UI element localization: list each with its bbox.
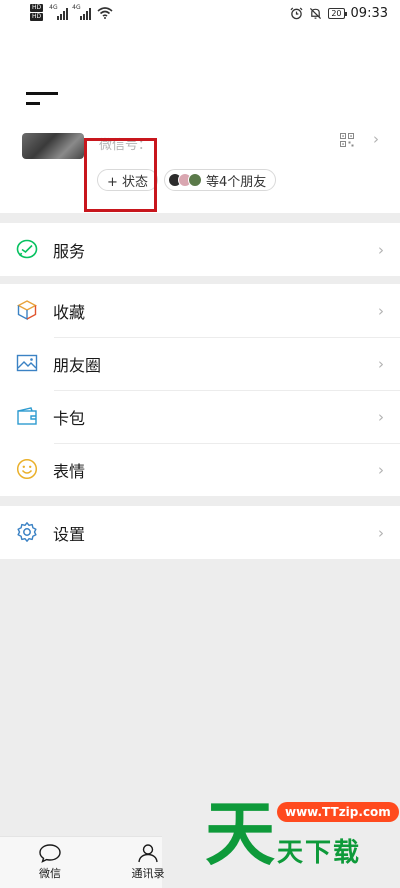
hd-label-2: HD — [30, 13, 44, 21]
friend-avatar — [188, 173, 202, 187]
service-label: 服务 — [53, 241, 86, 261]
watermark-url: www.TTzip.com — [277, 802, 399, 822]
hd-label-1: HD — [30, 4, 44, 12]
alarm-icon — [290, 7, 303, 20]
watermark-text: 天下载 — [277, 838, 362, 868]
service-icon — [16, 239, 38, 259]
service-section: 服务 › — [0, 223, 400, 276]
chevron-right-icon: › — [378, 407, 384, 426]
friends-count-label: 等4个朋友 — [206, 174, 267, 190]
main-menu-section: 收藏 › 朋友圈 › 卡包 › 表情 › — [0, 284, 400, 496]
cards-label: 卡包 — [53, 408, 86, 428]
friend-avatars — [168, 173, 202, 187]
chevron-right-icon: › — [378, 354, 384, 373]
chevron-right-icon: › — [378, 523, 384, 542]
gear-icon — [17, 522, 37, 542]
sticker-smile-icon — [16, 458, 38, 480]
stickers-label: 表情 — [53, 461, 86, 481]
favorites-cube-icon — [17, 300, 37, 321]
hd-indicator: HD HD — [30, 4, 44, 21]
settings-label: 设置 — [53, 524, 86, 544]
chevron-right-icon: › — [378, 460, 384, 479]
moments-label: 朋友圈 — [53, 355, 102, 375]
favorites-label: 收藏 — [53, 302, 86, 322]
menu-item-settings[interactable]: 设置 › — [0, 506, 400, 559]
network-gen-1: 4G — [49, 3, 58, 11]
watermark-big-char: 天 — [205, 792, 275, 875]
mute-bell-icon — [310, 7, 322, 20]
tab-chats[interactable]: 微信 — [20, 843, 80, 881]
card-wallet-icon — [17, 407, 37, 425]
signal-icon-2: 4G — [72, 3, 92, 20]
moments-picture-icon — [16, 354, 38, 372]
tab-contacts-label: 通讯录 — [131, 867, 165, 880]
contacts-person-icon — [138, 844, 158, 863]
menu-item-favorites[interactable]: 收藏 › — [0, 284, 400, 337]
status-bar: HD HD 4G 4G 20 09:33 — [0, 0, 400, 30]
friends-status-pill[interactable]: 等4个朋友 — [164, 169, 277, 191]
tab-chats-label: 微信 — [39, 867, 61, 880]
battery-indicator: 20 — [328, 8, 347, 19]
menu-item-cards[interactable]: 卡包 › — [0, 390, 400, 443]
nickname-redacted-2 — [26, 102, 40, 105]
chevron-right-icon: › — [378, 240, 384, 259]
menu-item-service[interactable]: 服务 › — [0, 223, 400, 276]
avatar[interactable] — [22, 133, 84, 159]
profile-card[interactable]: 微信号： › + 状态 等4个朋友 — [0, 30, 400, 213]
bottom-tab-bar: 微信 通讯录 — [0, 836, 165, 888]
profile-chevron-icon[interactable]: › — [373, 130, 379, 148]
chat-bubble-icon — [39, 844, 61, 863]
status-left: HD HD 4G 4G — [30, 4, 113, 21]
site-watermark-logo: 天 www.TTzip.com 天下载 — [205, 794, 400, 888]
network-gen-2: 4G — [72, 3, 81, 11]
chevron-right-icon: › — [378, 301, 384, 320]
qr-code-icon[interactable] — [340, 133, 354, 147]
status-right: 20 09:33 — [290, 6, 388, 21]
settings-section: 设置 › — [0, 506, 400, 559]
nickname-redacted — [26, 92, 58, 95]
highlight-box — [84, 138, 157, 212]
wifi-icon — [97, 6, 113, 19]
status-time: 09:33 — [350, 6, 388, 21]
menu-item-stickers[interactable]: 表情 › — [0, 443, 400, 496]
signal-icon-1: 4G — [49, 3, 69, 20]
tab-contacts[interactable]: 通讯录 — [118, 843, 178, 881]
menu-item-moments[interactable]: 朋友圈 › — [0, 337, 400, 390]
